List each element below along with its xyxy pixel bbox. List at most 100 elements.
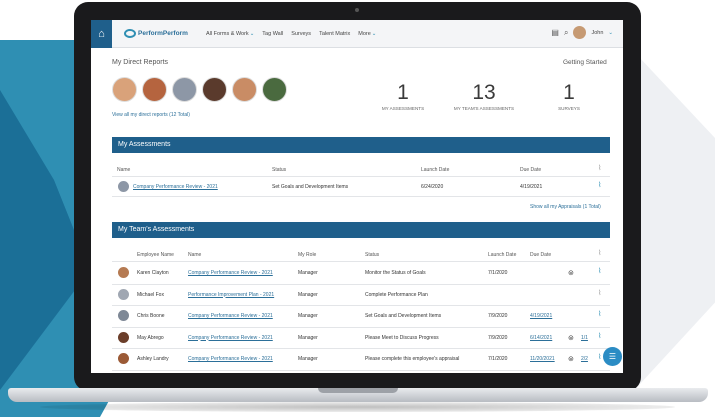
col-name: Name <box>188 252 202 258</box>
menu-item-surveys[interactable]: Surveys <box>291 31 311 37</box>
user-name[interactable]: John <box>591 30 603 36</box>
due-date: 6/14/2021 <box>530 334 553 341</box>
attachment-icon[interactable]: ⌇ <box>598 267 601 275</box>
user-avatar[interactable] <box>573 26 587 39</box>
launch-date: 7/1/2020 <box>488 270 508 276</box>
assessment-status: Monitor the Status of Goals <box>365 270 426 276</box>
meeting-icon[interactable]: ⊜ <box>568 355 574 363</box>
employee-avatar <box>118 331 129 343</box>
messages-icon[interactable]: ▤ <box>551 28 559 37</box>
my-role: Manager <box>298 270 318 276</box>
direct-report-avatar[interactable] <box>172 77 197 102</box>
app-screen: ⌂ PerformPerform All Forms & Work⌄ Tag W… <box>91 20 623 373</box>
my-assessments-header: My Assessments <box>112 137 610 153</box>
menu-item-more[interactable]: More⌄ <box>358 31 376 37</box>
col-employee-name: Employee Name <box>137 252 174 258</box>
due-date: 11/20/2021 <box>530 356 555 362</box>
attachment-icon[interactable]: ⌇ <box>598 332 601 340</box>
row-divider <box>112 196 610 197</box>
getting-started-link[interactable]: Getting Started <box>563 59 607 66</box>
employee-avatar <box>118 267 129 278</box>
employee-avatar <box>118 353 129 364</box>
employee-name[interactable]: Chris Boone <box>137 313 165 319</box>
stat-surveys[interactable]: 1 SURVEYS <box>529 82 609 112</box>
laptop-shadow <box>40 402 675 412</box>
employee-avatar <box>118 310 129 321</box>
row-divider <box>112 305 610 306</box>
col-launch-date: Launch Date <box>421 167 450 173</box>
assessment-link[interactable]: Company Performance Review - 2021 <box>188 356 273 362</box>
assessment-due-date: 4/19/2021 <box>520 184 543 190</box>
assessment-status: Set Goals and Development Items <box>365 313 442 319</box>
menu-item-talent-matrix[interactable]: Talent Matrix <box>319 31 350 37</box>
view-all-direct-reports-link[interactable]: View all my direct reports (12 Total) <box>112 112 190 118</box>
assessment-link[interactable]: Company Performance Review - 2021 <box>188 335 273 341</box>
col-name: Name <box>117 167 131 173</box>
search-document-icon[interactable]: ⌕ <box>564 28 568 38</box>
attachment-icon[interactable]: ⌇ <box>598 289 601 297</box>
meeting-icon[interactable]: ⊜ <box>568 269 574 277</box>
assessment-link[interactable]: Company Performance Review - 2021 <box>188 270 273 276</box>
attachment-icon[interactable]: ⌇ <box>598 181 601 189</box>
assessment-link[interactable]: Company Performance Review - 2021 <box>133 184 218 190</box>
employee-name[interactable]: Michael Fox <box>137 292 164 298</box>
direct-report-avatars <box>112 77 287 102</box>
chevron-down-icon: ⌄ <box>371 30 377 37</box>
chat-fab-button[interactable]: ☰ <box>603 347 622 366</box>
progress-badge[interactable]: 2/2 <box>581 356 588 362</box>
assessment-status: Set Goals and Development Items <box>272 184 349 190</box>
main-menu: All Forms & Work⌄ Tag Wall Surveys Talen… <box>206 31 376 37</box>
chevron-down-icon[interactable]: ⌄ <box>608 30 613 36</box>
home-button[interactable]: ⌂ <box>91 20 112 48</box>
stat-my-assessments[interactable]: 1 MY ASSESSMENTS <box>363 82 443 112</box>
assessment-link[interactable]: Company Performance Review - 2021 <box>188 313 273 319</box>
progress-badge[interactable]: 1/1 <box>581 335 588 341</box>
my-role: Manager <box>298 334 318 341</box>
nav-right: ▤ ⌕ John ⌄ <box>551 26 613 39</box>
attachment-icon[interactable]: ⌇ <box>598 353 601 361</box>
employee-avatar <box>118 288 129 300</box>
top-navigation: ⌂ PerformPerform All Forms & Work⌄ Tag W… <box>91 20 623 48</box>
direct-report-avatar[interactable] <box>142 77 167 102</box>
row-divider <box>112 348 610 349</box>
my-role: Manager <box>298 291 318 298</box>
home-icon: ⌂ <box>98 27 105 40</box>
attachment-icon: ⌇ <box>598 165 602 172</box>
row-divider <box>112 261 610 262</box>
assessment-link[interactable]: Performance Improvement Plan - 2021 <box>188 292 274 298</box>
employee-name[interactable]: May Abrego <box>137 335 164 341</box>
attachment-icon: ⌇ <box>598 250 602 257</box>
direct-report-avatar[interactable] <box>262 77 287 102</box>
team-assessments-header: My Team's Assessments <box>112 222 610 238</box>
row-divider <box>112 283 610 285</box>
menu-item-tag-wall[interactable]: Tag Wall <box>262 31 283 37</box>
stat-team-assessments[interactable]: 13 MY TEAM'S ASSESSMENTS <box>444 82 524 112</box>
employee-name[interactable]: Karen Clayton <box>137 270 169 276</box>
menu-item-all-forms[interactable]: All Forms & Work⌄ <box>206 31 254 37</box>
direct-report-avatar[interactable] <box>202 77 227 102</box>
chat-icon: ☰ <box>608 352 617 361</box>
meeting-icon[interactable]: ⊜ <box>568 334 574 342</box>
row-divider <box>112 369 610 371</box>
app-logo[interactable]: PerformPerform <box>124 29 190 38</box>
direct-reports-title: My Direct Reports <box>112 59 169 66</box>
employee-name[interactable]: Ashley Landry <box>137 356 169 362</box>
col-status: Status <box>365 252 380 258</box>
show-all-appraisals-link[interactable]: Show all my Appraisals (1 Total) <box>530 204 601 210</box>
direct-report-avatar[interactable] <box>112 77 137 102</box>
avatar <box>118 181 129 192</box>
row-divider <box>112 176 610 177</box>
laptop-notch <box>318 388 398 393</box>
direct-report-avatar[interactable] <box>232 77 257 102</box>
assessment-status: Please complete this employee's appraisa… <box>365 356 460 362</box>
col-status: Status <box>272 167 287 173</box>
col-launch-date: Launch Date <box>488 252 517 258</box>
my-role: Manager <box>298 356 318 362</box>
logo-icon <box>124 29 136 38</box>
launch-date: 7/1/2020 <box>488 356 508 362</box>
launch-date: 7/9/2020 <box>488 313 508 319</box>
my-role: Manager <box>298 313 318 319</box>
chevron-down-icon: ⌄ <box>249 30 255 37</box>
attachment-icon[interactable]: ⌇ <box>598 310 601 318</box>
assessment-status: Complete Performance Plan <box>365 291 428 298</box>
